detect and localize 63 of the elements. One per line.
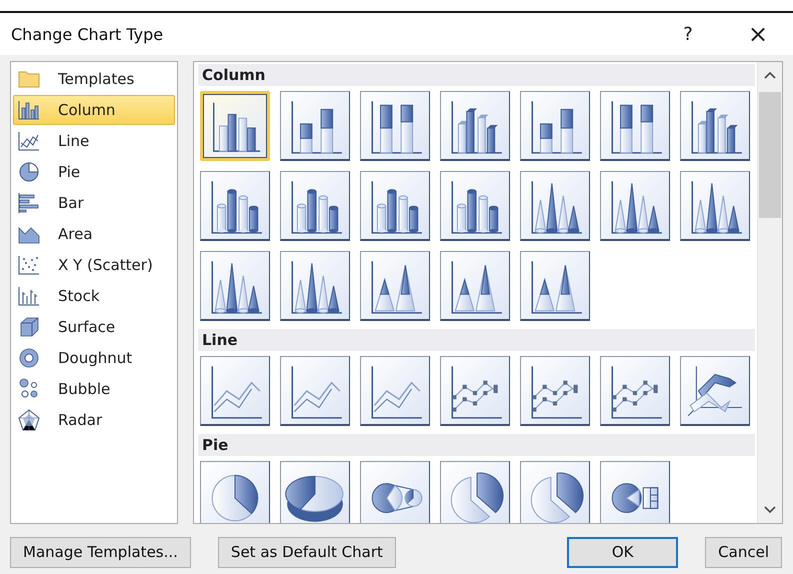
dialog-button[interactable]: OK (567, 536, 678, 568)
chart-type-option[interactable] (680, 171, 750, 241)
chart-type-option[interactable] (600, 91, 670, 161)
chart-icon (17, 191, 41, 215)
chart-type-option[interactable] (200, 461, 270, 523)
chart-icon (17, 160, 41, 184)
sidebar-item[interactable]: Bubble (13, 374, 175, 404)
chart-type-option[interactable] (360, 171, 430, 241)
chart-icon (17, 98, 41, 122)
chart-type-option[interactable] (280, 171, 350, 241)
close-button[interactable]: × (735, 16, 781, 52)
chart-type-option[interactable] (600, 356, 670, 426)
chart-type-option[interactable] (440, 356, 510, 426)
window-title: Change Chart Type (11, 24, 164, 44)
sidebar-item[interactable]: Doughnut (13, 343, 175, 373)
chart-type-option[interactable] (600, 461, 670, 523)
sidebar-item[interactable]: Column (13, 95, 175, 125)
chart-type-option[interactable] (520, 461, 590, 523)
section-heading: Column (198, 64, 755, 86)
help-button[interactable]: ? (665, 16, 711, 52)
dialog-button[interactable]: Manage Templates... (10, 536, 191, 568)
sidebar-item[interactable]: Area (13, 219, 175, 249)
chart-icon (17, 346, 41, 370)
chart-type-option[interactable] (280, 251, 350, 321)
chart-type-option[interactable] (520, 251, 590, 321)
chart-type-option[interactable] (360, 356, 430, 426)
chart-type-option[interactable] (280, 91, 350, 161)
chart-type-option[interactable] (200, 91, 270, 161)
chart-type-option[interactable] (440, 251, 510, 321)
sidebar-item[interactable]: Templates (13, 64, 175, 94)
chart-type-option[interactable] (360, 91, 430, 161)
sidebar-item[interactable]: X Y (Scatter) (13, 250, 175, 280)
chart-type-option[interactable] (280, 356, 350, 426)
chart-type-option[interactable] (440, 91, 510, 161)
chart-type-option[interactable] (520, 91, 590, 161)
sidebar-item[interactable]: Pie (13, 157, 175, 187)
scrollbar-thumb[interactable] (759, 92, 781, 218)
sidebar-item[interactable]: Bar (13, 188, 175, 218)
section-heading: Pie (198, 434, 755, 456)
dialog-button[interactable]: Cancel (705, 536, 782, 568)
sidebar-item[interactable]: Radar (13, 405, 175, 435)
chart-icon (17, 253, 41, 277)
chart-type-option[interactable] (520, 356, 590, 426)
chart-type-option[interactable] (200, 171, 270, 241)
chart-type-option[interactable] (360, 461, 430, 523)
chart-type-option[interactable] (680, 91, 750, 161)
chart-icon (17, 129, 41, 153)
chart-type-option[interactable] (520, 171, 590, 241)
chart-type-option[interactable] (200, 251, 270, 321)
chart-type-option[interactable] (200, 356, 270, 426)
chart-icon (17, 284, 41, 308)
sidebar-item[interactable]: Line (13, 126, 175, 156)
chart-type-option[interactable] (360, 251, 430, 321)
sidebar-item[interactable]: Surface (13, 312, 175, 342)
chart-type-option[interactable] (440, 461, 510, 523)
chart-type-option[interactable] (440, 171, 510, 241)
chart-icon (17, 408, 41, 432)
section-heading: Line (198, 329, 755, 351)
chart-type-option[interactable] (600, 171, 670, 241)
chart-type-option[interactable] (280, 461, 350, 523)
dialog-button[interactable]: Set as Default Chart (218, 536, 396, 568)
chart-type-option[interactable] (680, 356, 750, 426)
sidebar-item[interactable]: Stock (13, 281, 175, 311)
